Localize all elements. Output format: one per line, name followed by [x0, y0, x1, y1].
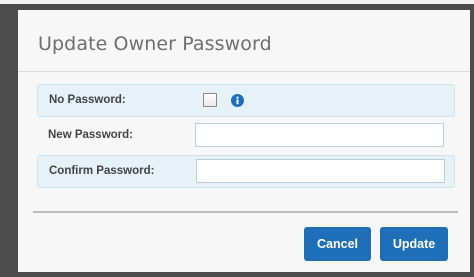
- title-divider: [18, 71, 470, 72]
- dialog-title: Update Owner Password: [38, 33, 272, 55]
- no-password-row: No Password:: [37, 84, 455, 117]
- cancel-button[interactable]: Cancel: [304, 227, 371, 261]
- confirm-password-label: Confirm Password:: [49, 165, 155, 177]
- new-password-input[interactable]: [195, 123, 444, 147]
- footer-divider: [33, 211, 458, 213]
- new-password-row: New Password:: [37, 120, 455, 153]
- info-circle-icon[interactable]: [231, 94, 244, 107]
- update-button[interactable]: Update: [380, 227, 448, 261]
- no-password-checkbox[interactable]: [203, 93, 217, 107]
- confirm-password-row: Confirm Password:: [37, 155, 455, 188]
- no-password-label: No Password:: [49, 94, 126, 106]
- background-band: [0, 0, 474, 4]
- new-password-label: New Password:: [48, 129, 133, 141]
- update-password-dialog: Update Owner Password No Password: New P…: [18, 10, 470, 272]
- confirm-password-input[interactable]: [196, 159, 445, 183]
